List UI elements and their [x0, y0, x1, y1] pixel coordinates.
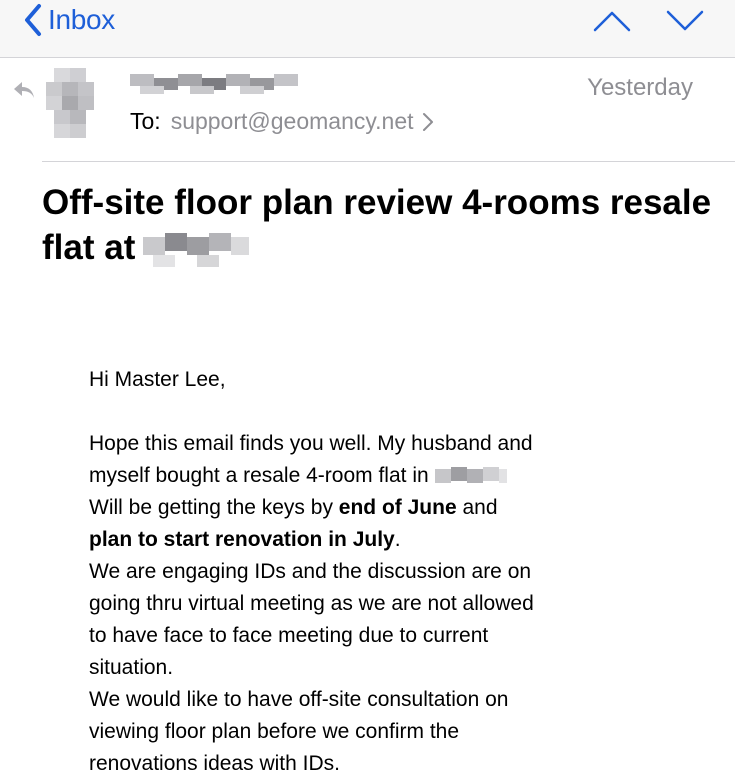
- body-line: plan to start renovation in July.: [89, 528, 401, 551]
- body-line: Hope this email finds you well. My husba…: [89, 432, 533, 455]
- chevron-right-icon: [422, 112, 433, 131]
- subject-location-redacted: [143, 227, 253, 273]
- body-line: viewing floor plan before we confirm the: [89, 720, 460, 743]
- header-divider: [42, 161, 735, 162]
- greeting: Hi Master Lee,: [89, 368, 226, 391]
- emphasis-date: end of June: [338, 496, 457, 519]
- recipient-address[interactable]: support@geomancy.net: [171, 108, 414, 135]
- body-line: We are engaging IDs and the discussion a…: [89, 560, 532, 583]
- body-line: We would like to have off-site consultat…: [89, 688, 509, 711]
- emphasis-renovation: plan to start renovation in July: [89, 528, 395, 551]
- navigation-bar: Inbox: [0, 0, 735, 58]
- subject-text: Off-site floor plan review 4-rooms resal…: [42, 183, 712, 267]
- chevron-down-icon: [666, 10, 704, 31]
- recipient-row[interactable]: To: support@geomancy.net: [130, 108, 434, 135]
- back-label: Inbox: [48, 4, 115, 35]
- next-message-button[interactable]: [665, 6, 705, 36]
- chevron-left-icon: [25, 4, 41, 36]
- location-redacted: [434, 465, 509, 487]
- body-line: situation.: [89, 656, 174, 679]
- body-line: myself bought a resale 4-room flat in: [89, 460, 729, 492]
- email-subject: Off-site floor plan review 4-rooms resal…: [42, 180, 722, 273]
- previous-message-button[interactable]: [592, 6, 632, 36]
- replied-icon: [12, 80, 36, 100]
- to-label: To:: [130, 108, 161, 134]
- body-line: to have face to face meeting due to curr…: [89, 624, 489, 647]
- sender-name-redacted[interactable]: [130, 70, 310, 98]
- body-line: renovations ideas with IDs.: [89, 752, 340, 775]
- body-line: going thru virtual meeting as we are not…: [89, 592, 534, 615]
- chevron-up-icon: [593, 11, 631, 32]
- back-to-inbox-button[interactable]: Inbox: [22, 2, 115, 38]
- received-timestamp: Yesterday: [587, 74, 693, 101]
- sender-avatar[interactable]: [38, 64, 104, 142]
- body-line: Will be getting the keys by end of June …: [89, 496, 498, 519]
- email-body: Hi Master Lee, Hope this email finds you…: [89, 364, 729, 780]
